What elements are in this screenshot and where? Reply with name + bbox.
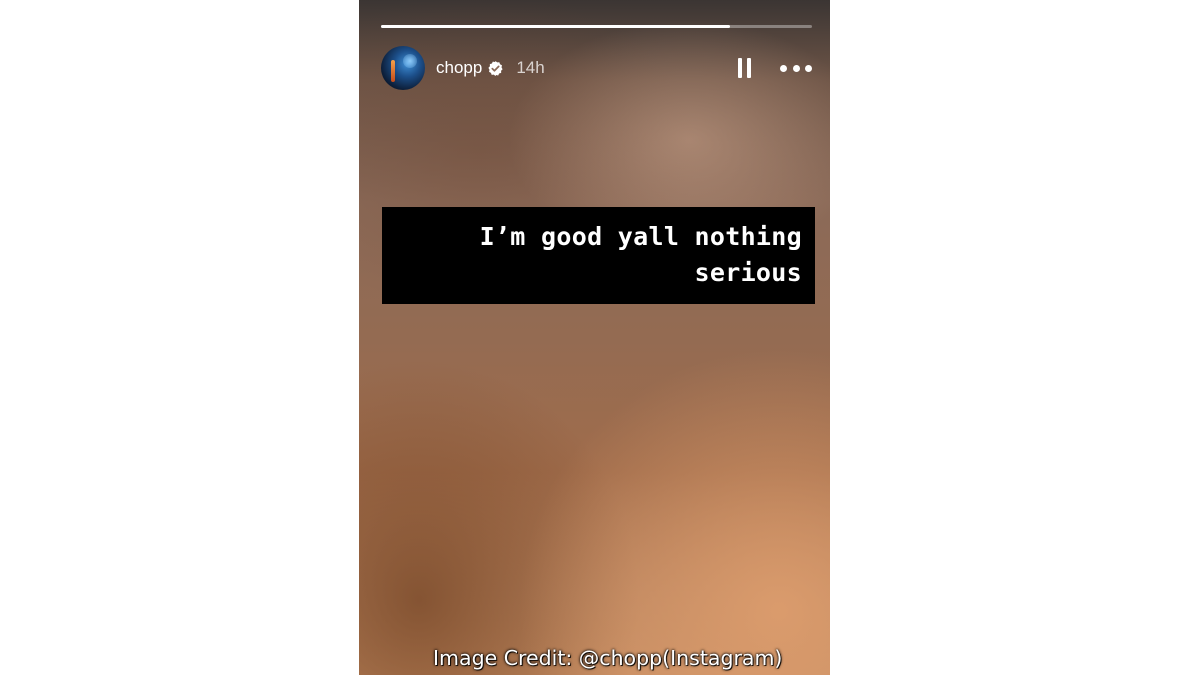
story-header: chopp 14h [381,46,812,90]
story-caption: I’m good yall nothing serious [479,222,802,287]
avatar-detail [403,54,417,68]
image-credit: Image Credit: @chopp(Instagram) [433,646,783,670]
story-viewer[interactable]: chopp 14h I’m good yall nothing serious [359,0,830,675]
page: chopp 14h I’m good yall nothing serious … [0,0,1200,675]
pause-icon[interactable] [734,56,754,80]
avatar-detail [391,60,395,82]
story-progress-bar [381,25,812,28]
more-options-icon[interactable] [780,56,812,80]
verified-badge-icon [488,60,503,76]
pause-bar [737,58,742,78]
more-dot [805,64,812,72]
post-time: 14h [516,58,545,77]
username-link[interactable]: chopp [436,58,482,78]
story-text-sticker: I’m good yall nothing serious [382,207,815,304]
pause-bar [746,58,751,78]
avatar[interactable] [381,46,425,90]
story-progress-fill [381,25,731,28]
more-dot [792,64,800,72]
more-dot [780,64,787,72]
